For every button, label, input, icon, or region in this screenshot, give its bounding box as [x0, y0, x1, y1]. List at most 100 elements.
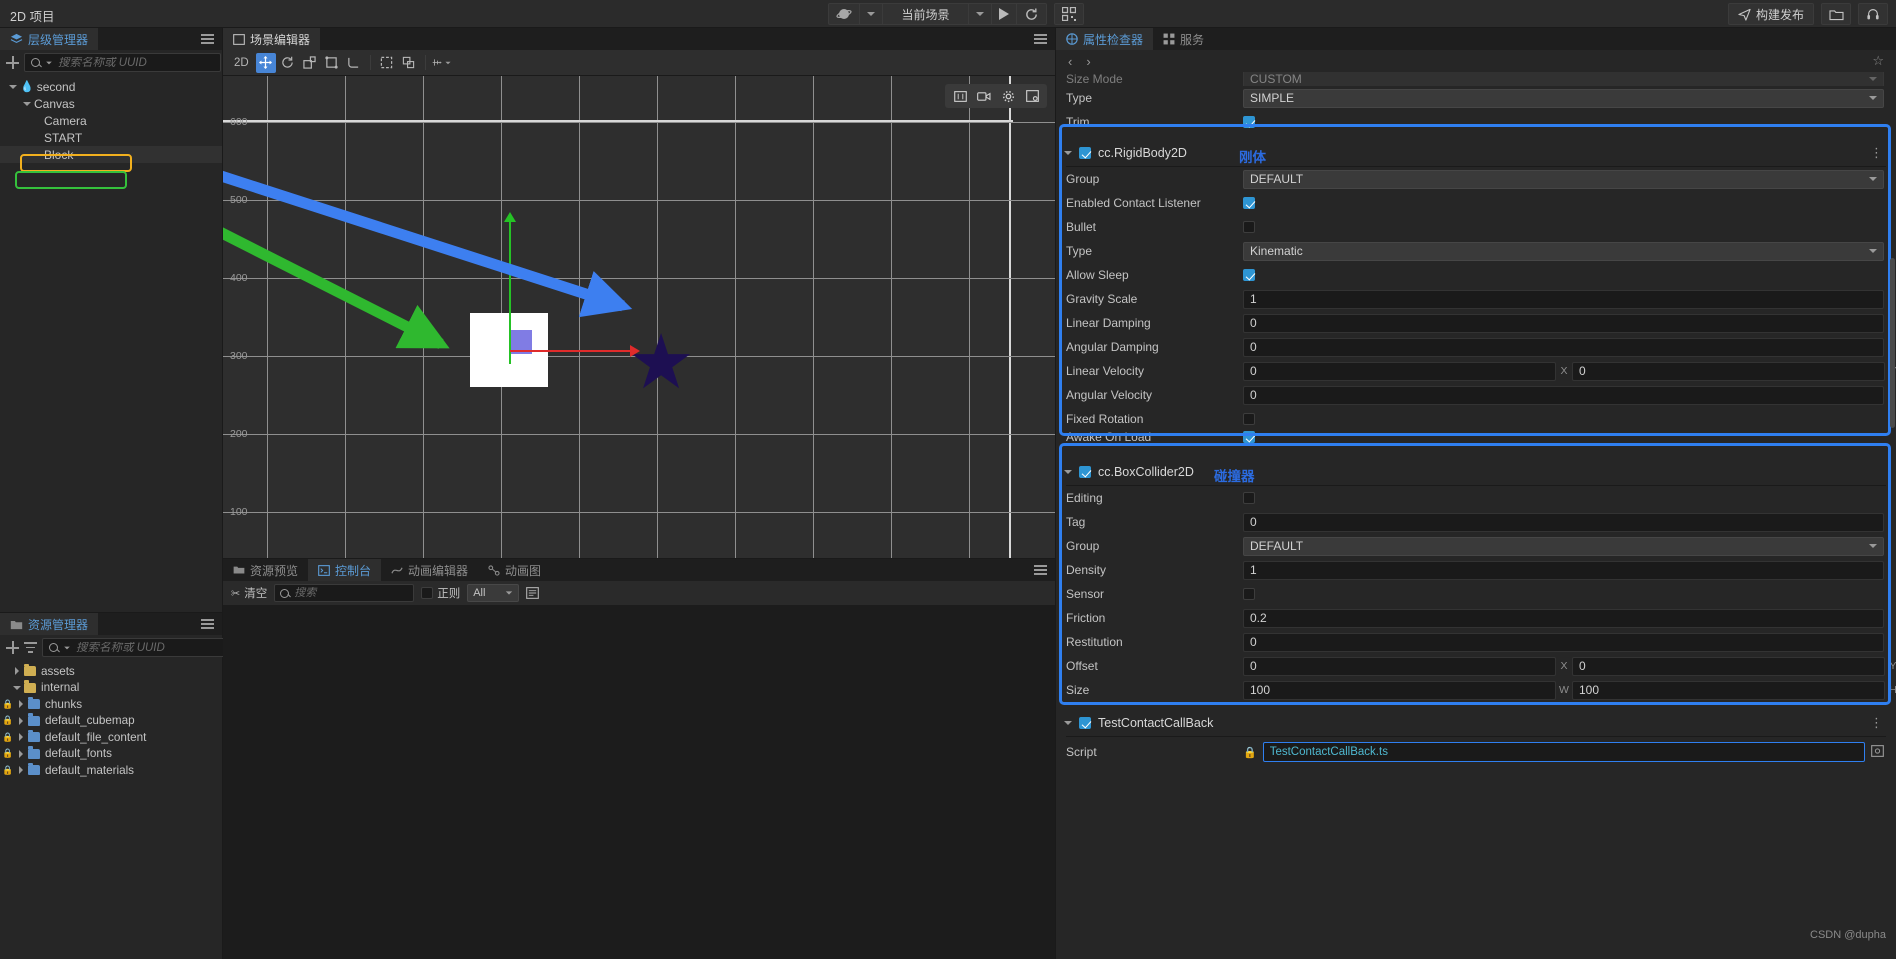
- expand-arrow-icon[interactable]: [14, 700, 28, 709]
- log-level-filter[interactable]: All: [467, 584, 520, 602]
- asset-row-internal[interactable]: internal: [0, 680, 222, 697]
- tab-scene-editor[interactable]: 场景编辑器: [223, 28, 321, 50]
- tab-console[interactable]: 控制台: [308, 559, 382, 581]
- gizmo-options-button[interactable]: [432, 53, 452, 73]
- property-value[interactable]: DEFAULT: [1243, 169, 1884, 189]
- expand-arrow-icon[interactable]: [10, 685, 24, 690]
- property-value[interactable]: 0: [1243, 512, 1884, 532]
- move-tool-button[interactable]: [255, 52, 276, 73]
- add-node-button[interactable]: [6, 56, 19, 69]
- screenshot-button[interactable]: [1021, 86, 1043, 106]
- property-checkbox[interactable]: [1243, 221, 1255, 233]
- component-menu-icon[interactable]: ⋮: [1870, 145, 1884, 161]
- distribute-tool-button[interactable]: [399, 53, 419, 73]
- tree-node-block[interactable]: Block: [0, 146, 222, 163]
- scene-menu-button[interactable]: [1026, 28, 1055, 50]
- property-value-y[interactable]: 0: [1572, 656, 1885, 676]
- hierarchy-search-input[interactable]: [58, 56, 214, 69]
- property-value-x[interactable]: 0: [1243, 656, 1556, 676]
- property-value[interactable]: CUSTOM: [1243, 72, 1884, 86]
- chevron-down-icon[interactable]: [1064, 721, 1072, 725]
- toggle-2d-3d-button[interactable]: 2D: [229, 53, 254, 73]
- component-enabled-checkbox[interactable]: [1079, 717, 1091, 729]
- expand-arrow-icon[interactable]: [14, 749, 28, 758]
- rect-tool-button[interactable]: [322, 53, 342, 73]
- component-enabled-checkbox[interactable]: [1079, 147, 1091, 159]
- component-enabled-checkbox[interactable]: [1079, 466, 1091, 478]
- aspect-ratio-button[interactable]: [949, 86, 971, 106]
- component-menu-icon[interactable]: ⋮: [1870, 715, 1884, 731]
- property-value-h[interactable]: 100: [1572, 680, 1885, 700]
- asset-row-assets[interactable]: assets: [0, 663, 222, 680]
- property-value[interactable]: 0: [1243, 337, 1884, 357]
- component-header[interactable]: cc.RigidBody2D ⋮: [1056, 140, 1896, 166]
- support-button[interactable]: [1858, 3, 1888, 25]
- tree-node-camera[interactable]: Camera: [0, 112, 222, 129]
- property-checkbox[interactable]: [1243, 269, 1255, 281]
- assets-search-box[interactable]: [42, 638, 239, 657]
- nav-forward-button[interactable]: ›: [1086, 54, 1090, 69]
- property-value[interactable]: 0.2: [1243, 608, 1884, 628]
- property-checkbox[interactable]: [1243, 413, 1255, 425]
- expand-arrow-icon[interactable]: [6, 84, 20, 89]
- tree-node-canvas[interactable]: Canvas: [0, 95, 222, 112]
- anchor-tool-button[interactable]: [344, 53, 364, 73]
- scene-selector-dropdown[interactable]: [969, 4, 992, 24]
- hierarchy-menu-button[interactable]: [193, 28, 222, 50]
- property-checkbox[interactable]: [1243, 431, 1255, 443]
- property-value-x[interactable]: 0: [1243, 361, 1556, 381]
- asset-row-chunks[interactable]: 🔒 chunks: [0, 696, 222, 713]
- sort-icon[interactable]: [24, 642, 37, 653]
- chevron-down-icon[interactable]: [1064, 470, 1072, 474]
- add-asset-button[interactable]: [6, 641, 19, 654]
- tab-hierarchy[interactable]: 层级管理器: [0, 28, 99, 50]
- asset-row-default-fonts[interactable]: 🔒 default_fonts: [0, 746, 222, 763]
- open-folder-button[interactable]: [1821, 3, 1851, 25]
- qr-preview-button[interactable]: [1055, 4, 1083, 24]
- refresh-button[interactable]: [1017, 4, 1046, 24]
- trim-checkbox[interactable]: [1243, 116, 1255, 128]
- console-output[interactable]: [223, 605, 1055, 959]
- property-value[interactable]: 0: [1243, 632, 1884, 652]
- assets-search-input[interactable]: [76, 641, 232, 654]
- console-search-input[interactable]: [294, 587, 438, 599]
- pin-icon[interactable]: ☆: [1872, 53, 1884, 69]
- expand-arrow-icon[interactable]: [10, 667, 24, 676]
- tab-services[interactable]: 服务: [1153, 28, 1215, 50]
- align-tool-button[interactable]: [377, 53, 397, 73]
- property-value-y[interactable]: 0: [1572, 361, 1885, 381]
- camera-preview-button[interactable]: [973, 86, 995, 106]
- regex-toggle[interactable]: 正则: [421, 585, 460, 601]
- tab-animation-editor[interactable]: 动画编辑器: [381, 559, 479, 581]
- scene-settings-button[interactable]: [997, 86, 1019, 106]
- tree-node-second[interactable]: 💧 second: [0, 78, 222, 95]
- property-value[interactable]: SIMPLE: [1243, 88, 1884, 108]
- gizmo-y-axis[interactable]: [504, 212, 516, 364]
- property-value[interactable]: DEFAULT: [1243, 536, 1884, 556]
- expand-arrow-icon[interactable]: [20, 101, 34, 106]
- regex-checkbox[interactable]: [421, 587, 434, 599]
- console-menu-button[interactable]: [1026, 559, 1055, 581]
- component-header[interactable]: TestContactCallBack ⋮: [1056, 710, 1896, 736]
- rotate-tool-button[interactable]: [278, 53, 298, 73]
- property-value[interactable]: 0: [1243, 385, 1884, 405]
- component-header[interactable]: cc.BoxCollider2D: [1056, 459, 1896, 485]
- property-value[interactable]: 1: [1243, 289, 1884, 309]
- hierarchy-search-box[interactable]: [24, 53, 221, 72]
- property-value[interactable]: 0: [1243, 313, 1884, 333]
- console-search-box[interactable]: [274, 584, 438, 602]
- property-value[interactable]: Kinematic: [1243, 241, 1884, 261]
- asset-row-default-cubemap[interactable]: 🔒 default_cubemap: [0, 713, 222, 730]
- expand-arrow-icon[interactable]: [14, 716, 28, 725]
- preview-platform-button[interactable]: [829, 4, 860, 24]
- nav-back-button[interactable]: ‹: [1068, 54, 1072, 69]
- tree-node-start[interactable]: START: [0, 129, 222, 146]
- gizmo-x-axis[interactable]: [510, 345, 640, 357]
- asset-row-default-file-content[interactable]: 🔒 default_file_content: [0, 729, 222, 746]
- property-value[interactable]: 1: [1243, 560, 1884, 580]
- scene-viewport[interactable]: 600 500 400 300 200 100 0 0 100 200 300 …: [223, 76, 1055, 580]
- property-checkbox[interactable]: [1243, 492, 1255, 504]
- property-checkbox[interactable]: [1243, 197, 1255, 209]
- tab-assets[interactable]: 资源管理器: [0, 613, 99, 635]
- tab-animation-graph[interactable]: 动画图: [478, 559, 552, 581]
